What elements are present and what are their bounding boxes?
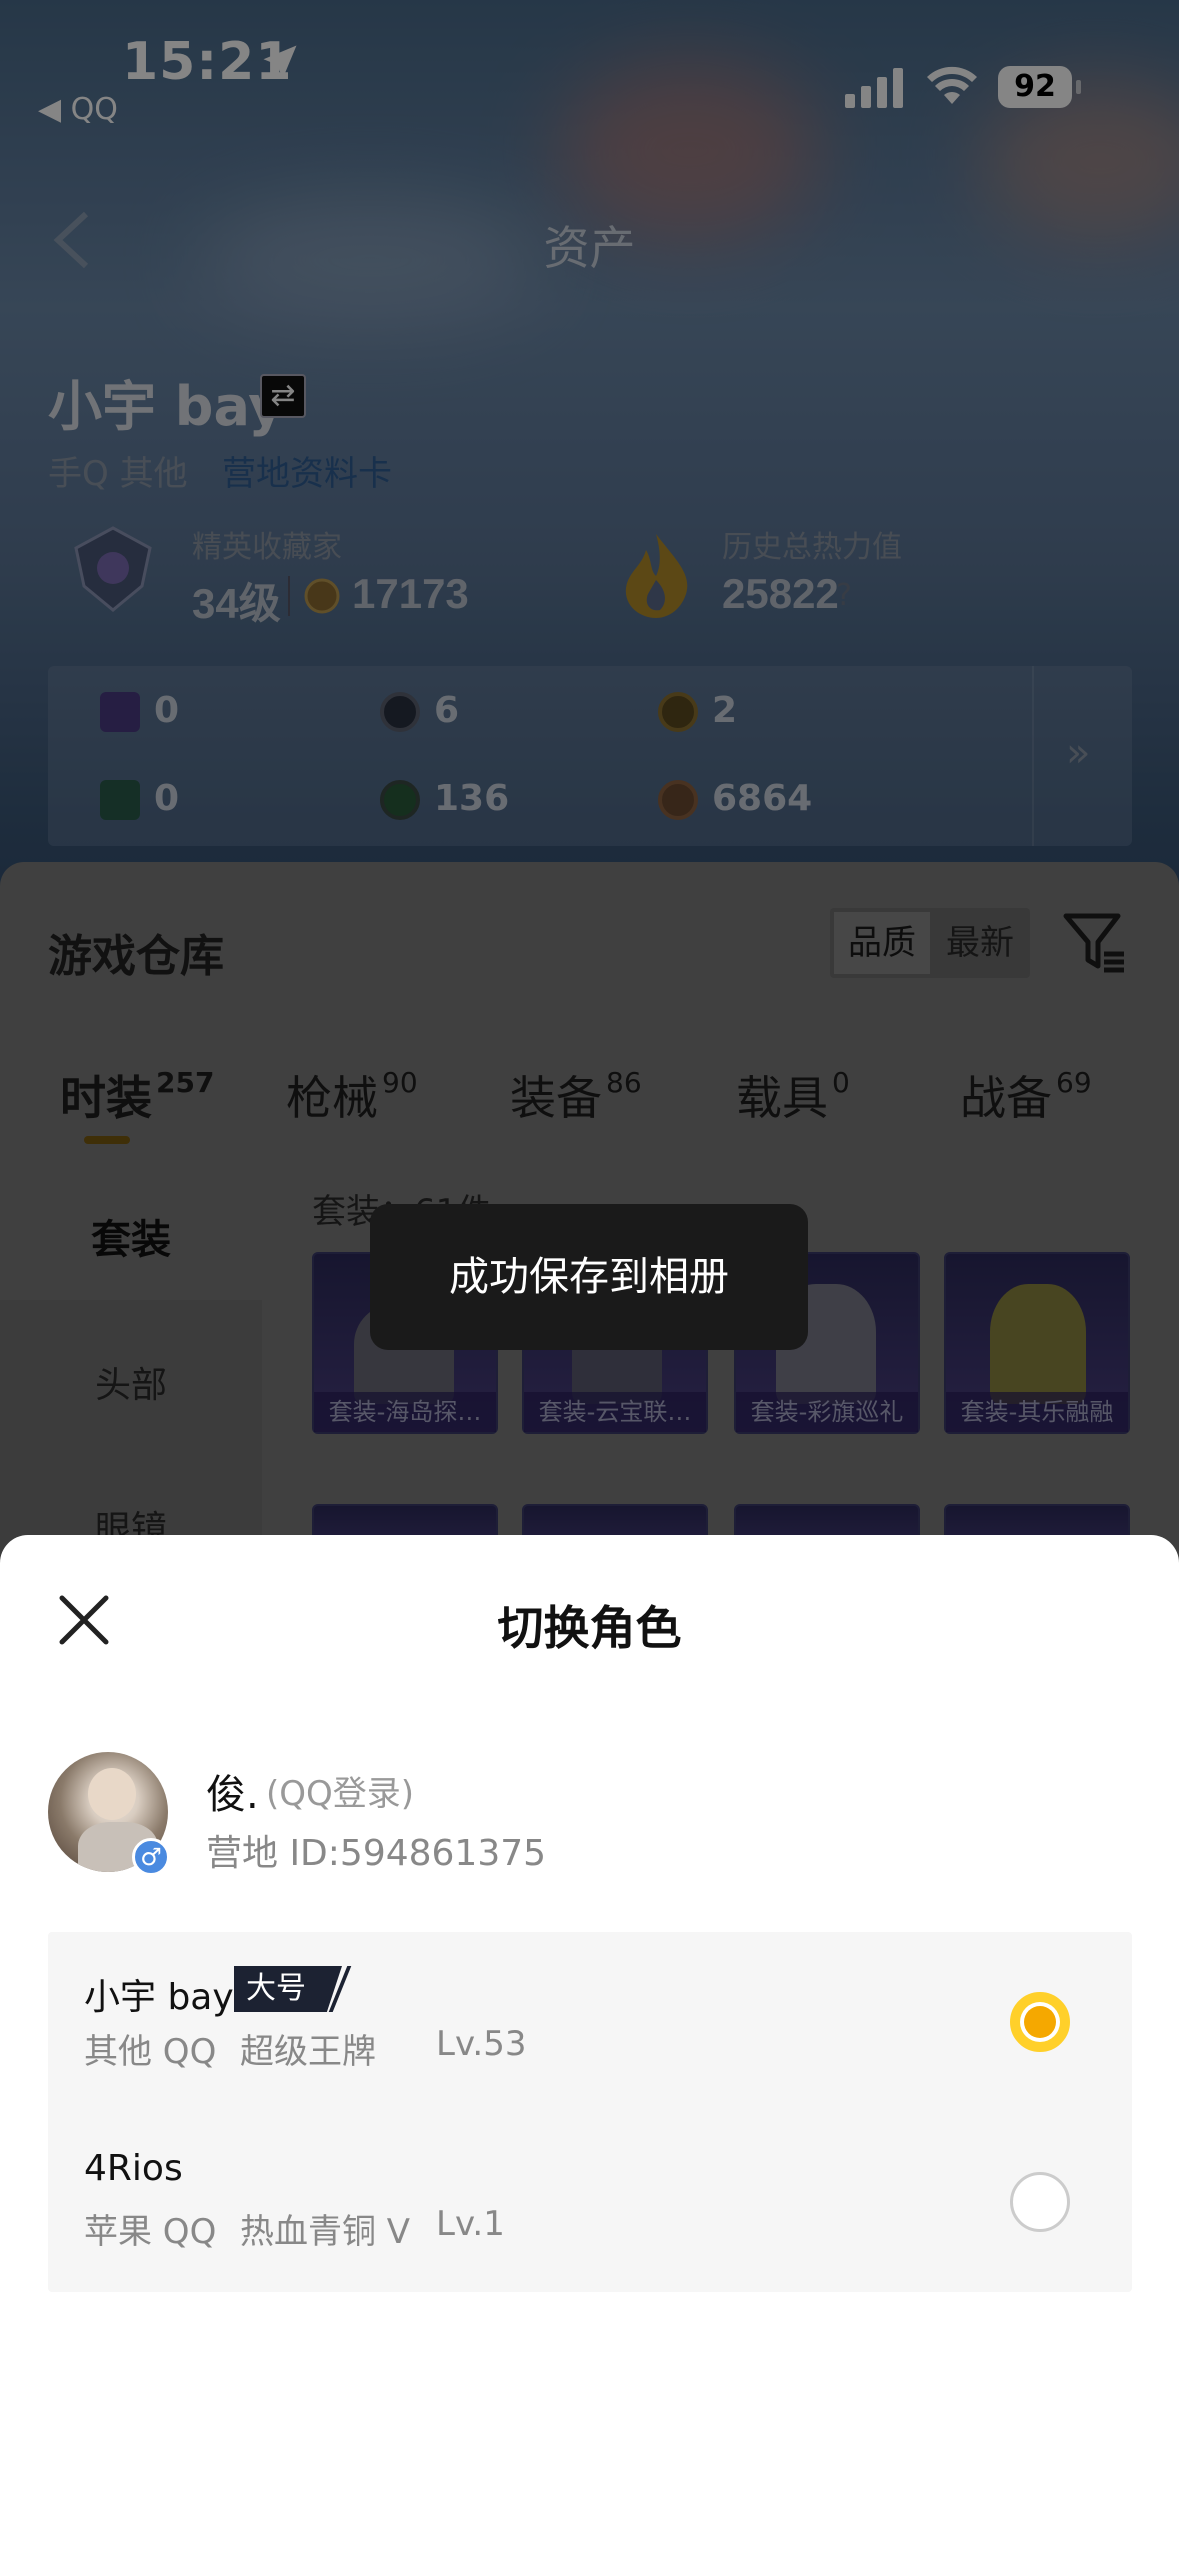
role-radio-unselected[interactable] (1010, 2172, 1070, 2232)
role-option-main[interactable] (48, 1932, 1132, 2112)
role-level: Lv.53 (436, 2024, 527, 2064)
modal-title: 切换角色 (497, 1601, 682, 1655)
account-id: 营地 ID:594861375 (206, 1833, 547, 1874)
role-name: 4Rios (84, 2148, 183, 2189)
role-option-alt[interactable] (48, 2112, 1132, 2292)
role-platform: 苹果 QQ (84, 2212, 217, 2252)
role-level: Lv.1 (436, 2204, 505, 2244)
male-gender-icon: ♂ (132, 1838, 170, 1876)
account-login-type: (QQ登录) (266, 1774, 415, 1814)
avatar-face (88, 1768, 136, 1820)
role-name: 小宇 bay (84, 1977, 234, 2018)
role-rank: 热血青铜 V (240, 2212, 411, 2252)
toast-message: 成功保存到相册 (370, 1204, 808, 1350)
role-radio-selected[interactable] (1010, 1992, 1070, 2052)
role-rank: 超级王牌 (240, 2032, 376, 2072)
account-name: 俊. (206, 1772, 259, 1818)
role-platform: 其他 QQ (84, 2032, 217, 2072)
